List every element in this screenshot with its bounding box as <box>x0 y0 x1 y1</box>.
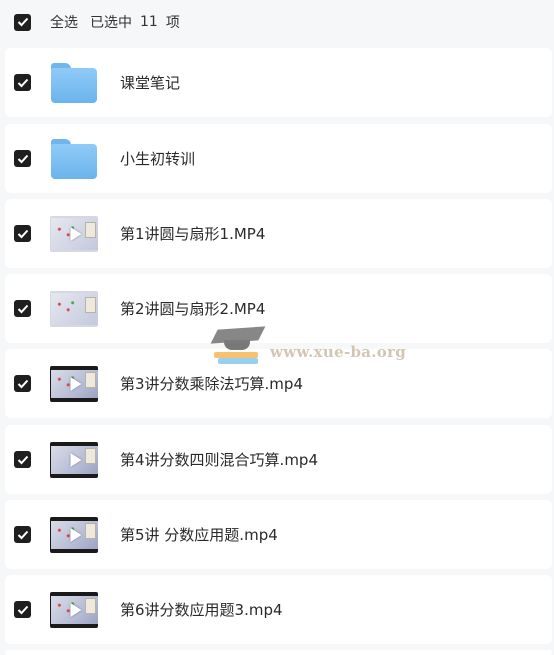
file-name: 第4讲分数四则混合巧算.mp4 <box>120 451 318 469</box>
file-select-page: 全选 已选中 11 项 课堂笔记 小生初转训 第1讲圆与扇形1.MP4 第2讲圆… <box>0 0 554 655</box>
play-icon <box>70 602 82 617</box>
file-row[interactable]: 第5讲 分数应用题.mp4 <box>5 500 552 569</box>
play-icon <box>70 376 82 391</box>
row-checkbox[interactable] <box>14 300 31 317</box>
select-all-label[interactable]: 全选 <box>50 12 78 32</box>
row-checkbox[interactable] <box>14 451 31 468</box>
video-thumbnail-icon <box>50 288 98 330</box>
file-name: 第3讲分数乘除法巧算.mp4 <box>120 375 303 393</box>
play-icon <box>70 452 82 467</box>
file-name: 第6讲分数应用题3.mp4 <box>120 601 283 619</box>
video-thumbnail-icon <box>50 363 98 405</box>
file-name: 课堂笔记 <box>120 74 181 92</box>
selected-prefix: 已选中 <box>90 15 132 31</box>
video-thumbnail-icon <box>50 213 98 255</box>
check-icon <box>17 530 28 539</box>
play-icon <box>70 527 82 542</box>
folder-icon <box>50 62 98 104</box>
row-checkbox[interactable] <box>14 526 31 543</box>
row-checkbox[interactable] <box>14 150 31 167</box>
folder-icon <box>50 138 98 180</box>
row-checkbox[interactable] <box>14 225 31 242</box>
file-row[interactable]: 第1讲圆与扇形1.MP4 <box>5 199 552 268</box>
select-all-checkbox[interactable] <box>14 13 31 31</box>
file-name: 第2讲圆与扇形2.MP4 <box>120 300 266 318</box>
selection-summary: 全选 已选中 11 项 <box>50 12 180 32</box>
file-row[interactable]: 第3讲分数乘除法巧算.mp4 <box>5 349 552 418</box>
row-checkbox[interactable] <box>14 375 31 392</box>
file-row[interactable]: 课堂笔记 <box>5 48 552 117</box>
check-icon <box>17 229 28 238</box>
check-icon <box>17 379 28 388</box>
selected-suffix: 项 <box>165 15 180 31</box>
video-thumbnail-icon <box>50 514 98 556</box>
file-row[interactable]: 第4讲分数四则混合巧算.mp4 <box>5 425 552 494</box>
check-icon <box>17 78 28 87</box>
file-row[interactable]: 小生初转训 <box>5 124 552 193</box>
video-thumbnail-icon <box>50 589 98 631</box>
selected-count: 11 <box>140 14 158 30</box>
row-checkbox[interactable] <box>14 74 31 91</box>
check-icon <box>17 605 28 614</box>
select-all-bar: 全选 已选中 11 项 <box>0 0 554 44</box>
play-icon <box>70 226 82 241</box>
file-name: 第1讲圆与扇形1.MP4 <box>120 225 266 243</box>
check-icon <box>17 154 28 163</box>
file-name: 第5讲 分数应用题.mp4 <box>120 526 278 544</box>
check-icon <box>17 17 28 27</box>
video-thumbnail-icon <box>50 439 98 481</box>
check-icon <box>17 455 28 464</box>
file-name: 小生初转训 <box>120 150 196 168</box>
file-row[interactable]: 第2讲圆与扇形2.MP4 <box>5 274 552 343</box>
row-checkbox[interactable] <box>14 601 31 618</box>
check-icon <box>17 304 28 313</box>
file-row-partial <box>5 650 552 655</box>
file-row[interactable]: 第6讲分数应用题3.mp4 <box>5 575 552 644</box>
